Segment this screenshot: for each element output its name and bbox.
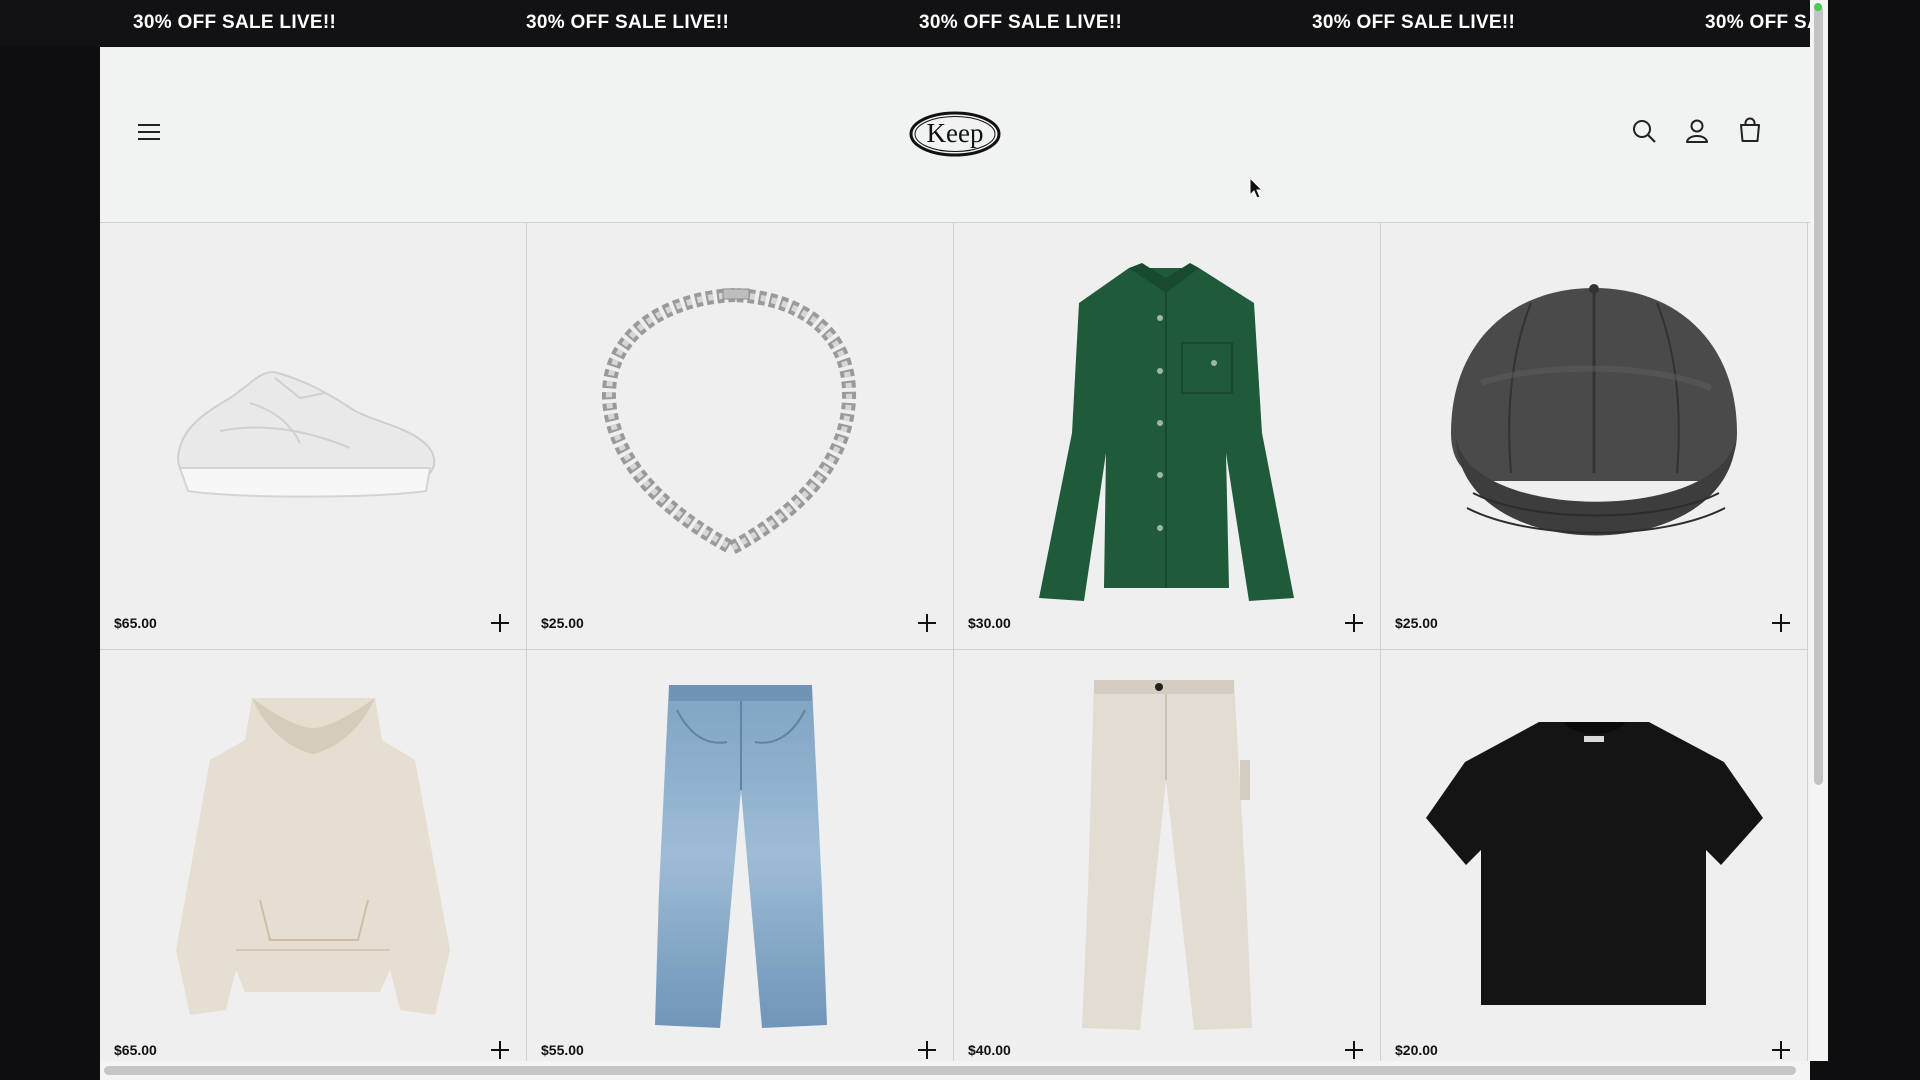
sneaker-image [176,371,436,498]
hoodie-image [176,698,450,1015]
product-price: $30.00 [968,615,1011,631]
add-to-cart-icon[interactable] [1342,1038,1366,1061]
announcement-bar: 30% OFF SALE LIVE!! 30% OFF SALE LIVE!! … [0,0,1810,46]
add-to-cart-icon[interactable] [1342,611,1366,635]
add-to-cart-icon[interactable] [488,1038,512,1061]
add-to-cart-icon[interactable] [1769,1038,1793,1061]
announcement-item: 30% OFF SALE LIVE!! [133,12,337,33]
site-header: Keep [100,47,1810,222]
announcement-item: 30% OFF SALE LIVE!! [1312,12,1516,33]
announcement-item: 30% OFF SALE LIVE!! [526,12,730,33]
add-to-cart-icon[interactable] [1769,611,1793,635]
product-card[interactable]: $25.00 [527,223,954,650]
necklace-image [601,288,857,556]
account-icon[interactable] [1682,116,1712,146]
product-card[interactable]: $20.00 [1381,650,1808,1061]
product-price: $65.00 [114,615,157,631]
vertical-scrollbar[interactable] [1810,0,1828,1061]
logo-text: Keep [927,118,984,148]
store-page: Keep $65.00 $25.00 $30.00 $25.00 $65.00 … [100,47,1810,1061]
announcement-item: 30% OFF SALE LIVE!! [1705,12,1810,33]
store-logo[interactable]: Keep [908,109,1002,159]
product-price: $55.00 [541,1042,584,1058]
cart-icon[interactable] [1735,116,1765,146]
product-price: $65.00 [114,1042,157,1058]
product-card[interactable]: $55.00 [527,650,954,1061]
product-price: $25.00 [1395,615,1438,631]
search-icon[interactable] [1629,116,1659,146]
product-card[interactable]: $65.00 [100,223,527,650]
cap-image [1451,284,1737,536]
product-price: $40.00 [968,1042,1011,1058]
pants-image [1082,680,1252,1030]
product-grid: $65.00 $25.00 $30.00 $25.00 $65.00 $55.0… [100,222,1810,1061]
add-to-cart-icon[interactable] [915,611,939,635]
shirt-image [1039,263,1294,601]
jeans-image [655,685,827,1028]
announcement-item: 30% OFF SALE LIVE!! [919,12,1123,33]
vertical-scroll-thumb[interactable] [1814,5,1823,785]
tshirt-image [1426,722,1763,1005]
horizontal-scrollbar[interactable] [100,1061,1810,1080]
mouse-cursor-icon [1249,177,1264,199]
product-price: $25.00 [541,615,584,631]
announcement-track: 30% OFF SALE LIVE!! 30% OFF SALE LIVE!! … [133,0,1810,46]
product-price: $20.00 [1395,1042,1438,1058]
status-dot-icon [1814,3,1822,11]
add-to-cart-icon[interactable] [488,611,512,635]
product-card[interactable]: $40.00 [954,650,1381,1061]
product-card[interactable]: $25.00 [1381,223,1808,650]
product-card[interactable]: $30.00 [954,223,1381,650]
add-to-cart-icon[interactable] [915,1038,939,1061]
product-card[interactable]: $65.00 [100,650,527,1061]
menu-icon[interactable] [135,118,163,146]
horizontal-scroll-thumb[interactable] [104,1066,1796,1075]
